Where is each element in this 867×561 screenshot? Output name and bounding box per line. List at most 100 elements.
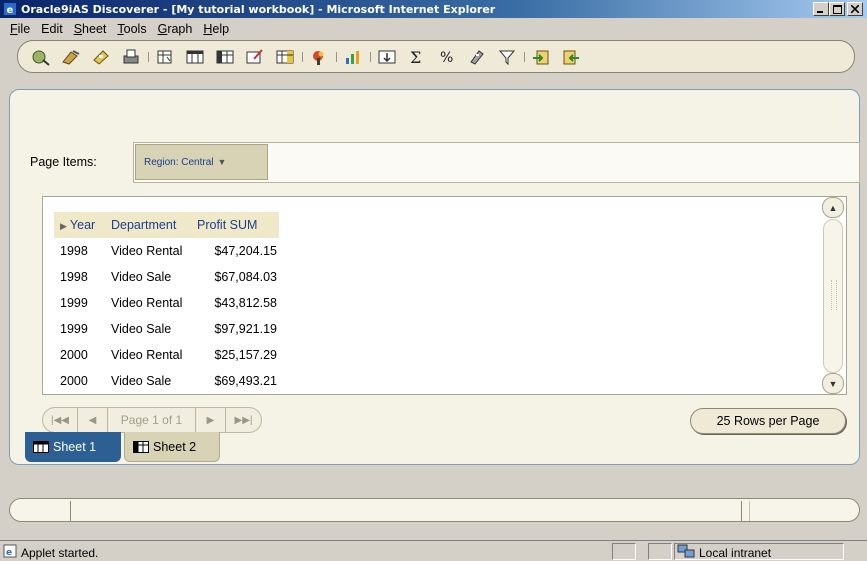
last-page-button[interactable]: ▶▶| [226, 407, 262, 433]
status-bar: e Applet started. Local intranet [0, 540, 867, 561]
region-page-item-label: Region: Central [144, 156, 214, 168]
table-row: 2000 Video Rental $25,157.29 [54, 342, 279, 368]
cell-department[interactable]: Video Rental [109, 290, 195, 316]
filter-icon[interactable] [496, 47, 518, 67]
menu-graph[interactable]: Graph [154, 22, 200, 36]
cell-profit[interactable]: $47,204.15 [195, 238, 279, 264]
vertical-scrollbar[interactable]: ▲ ▼ [822, 197, 845, 394]
print-icon[interactable] [120, 47, 142, 67]
crosstab-icon[interactable] [214, 47, 236, 67]
status-message: e Applet started. [3, 544, 98, 561]
header-profit-sum[interactable]: Profit SUM [195, 212, 279, 238]
previous-page-icon: ◀ [88, 414, 97, 426]
rows-per-page-button[interactable]: 25 Rows per Page [690, 408, 846, 434]
divider [70, 501, 71, 521]
minimize-button[interactable] [813, 2, 829, 16]
crosstab-sheet-icon [133, 440, 149, 453]
toolbar-separator [302, 51, 303, 62]
save-icon[interactable] [90, 47, 112, 67]
svg-text:%: % [440, 50, 453, 66]
cell-department[interactable]: Video Rental [109, 238, 195, 264]
cell-year[interactable]: 1999 [54, 290, 109, 316]
region-page-item[interactable]: Region: Central ▼ [135, 144, 268, 180]
export-icon[interactable] [530, 47, 552, 67]
status-text: Applet started. [21, 545, 99, 560]
cell-department[interactable]: Video Sale [109, 264, 195, 290]
cell-department[interactable]: Video Sale [109, 316, 195, 342]
scroll-down-button[interactable]: ▼ [822, 373, 844, 394]
tab-sheet-1-label: Sheet 1 [53, 440, 97, 454]
cell-profit[interactable]: $43,812.58 [195, 290, 279, 316]
toolbar-separator [148, 51, 149, 62]
new-workbook-icon[interactable] [30, 47, 52, 67]
page-icon: e [3, 544, 17, 561]
pagination-bar: |◀◀ ◀ Page 1 of 1 ▶ ▶▶| [42, 407, 262, 433]
toolbar: Σ % [17, 40, 855, 73]
first-page-button[interactable]: |◀◀ [42, 407, 78, 433]
svg-text:e: e [7, 5, 14, 16]
sheet-tabs: Sheet 1 Sheet 2 [25, 432, 223, 462]
tab-sheet-2-label: Sheet 2 [153, 439, 197, 454]
next-page-button[interactable]: ▶ [196, 407, 226, 433]
scroll-up-button[interactable]: ▲ [822, 197, 844, 218]
cell-profit[interactable]: $67,084.03 [195, 264, 279, 290]
toolbar-separator [524, 51, 525, 62]
header-year[interactable]: ▶ Year [54, 212, 109, 238]
table-sheet-icon [33, 441, 49, 453]
header-department[interactable]: Department [109, 212, 195, 238]
maximize-button[interactable] [829, 2, 845, 16]
calculation-icon[interactable] [466, 47, 488, 67]
cell-department[interactable]: Video Sale [109, 368, 195, 394]
cell-year[interactable]: 1998 [54, 264, 109, 290]
previous-page-button[interactable]: ◀ [78, 407, 108, 433]
cell-year[interactable]: 1999 [54, 316, 109, 342]
results-table: ▶ Year Department Profit SUM 1998 Video R… [54, 212, 279, 394]
pivot-icon[interactable] [274, 47, 296, 67]
table-row: 1999 Video Rental $43,812.58 [54, 290, 279, 316]
last-page-icon: ▶▶| [234, 414, 253, 426]
format-icon[interactable] [308, 47, 330, 67]
sum-icon[interactable]: Σ [406, 47, 428, 67]
chevron-down-icon[interactable]: ▼ [217, 157, 226, 167]
scroll-track[interactable] [823, 219, 843, 373]
expand-arrow-icon[interactable]: ▶ [60, 221, 67, 231]
edit-sheet-icon[interactable] [244, 47, 266, 67]
cell-department[interactable]: Video Rental [109, 342, 195, 368]
graph-icon[interactable] [342, 47, 364, 67]
scroll-grip[interactable] [831, 280, 837, 310]
import-icon[interactable] [560, 47, 582, 67]
open-workbook-icon[interactable] [60, 47, 82, 67]
table-row: 1999 Video Sale $97,921.19 [54, 316, 279, 342]
percent-icon[interactable]: % [436, 47, 458, 67]
table-row: 2000 Video Sale $69,493.21 [54, 368, 279, 394]
divider [749, 501, 750, 521]
cell-profit[interactable]: $69,493.21 [195, 368, 279, 394]
next-page-icon: ▶ [206, 414, 215, 426]
menu-bar: File Edit Sheet Tools Graph Help [0, 19, 867, 39]
page-items-label: Page Items: [30, 155, 97, 169]
menu-edit[interactable]: Edit [37, 22, 70, 36]
cell-year[interactable]: 2000 [54, 368, 109, 394]
toolbar-separator [370, 51, 371, 62]
cell-year[interactable]: 2000 [54, 342, 109, 368]
table-row: 1998 Video Rental $47,204.15 [54, 238, 279, 264]
menu-help[interactable]: Help [199, 22, 236, 36]
tab-sheet-1[interactable]: Sheet 1 [25, 432, 121, 462]
cell-year[interactable]: 1998 [54, 238, 109, 264]
menu-file[interactable]: File [6, 22, 37, 36]
cell-profit[interactable]: $97,921.19 [195, 316, 279, 342]
zone-label: Local intranet [699, 545, 772, 560]
intranet-icon [677, 544, 695, 561]
toolbar-separator [336, 51, 337, 62]
applet-footer-bar [9, 498, 860, 522]
close-button[interactable] [847, 2, 863, 16]
status-panel [648, 543, 672, 560]
new-sheet-icon[interactable] [154, 47, 176, 67]
menu-tools[interactable]: Tools [113, 22, 153, 36]
table-icon[interactable] [184, 47, 206, 67]
menu-sheet[interactable]: Sheet [70, 22, 114, 36]
tab-sheet-2[interactable]: Sheet 2 [124, 432, 220, 462]
sort-icon[interactable] [376, 47, 398, 67]
cell-profit[interactable]: $25,157.29 [195, 342, 279, 368]
security-zone: Local intranet [677, 544, 771, 561]
